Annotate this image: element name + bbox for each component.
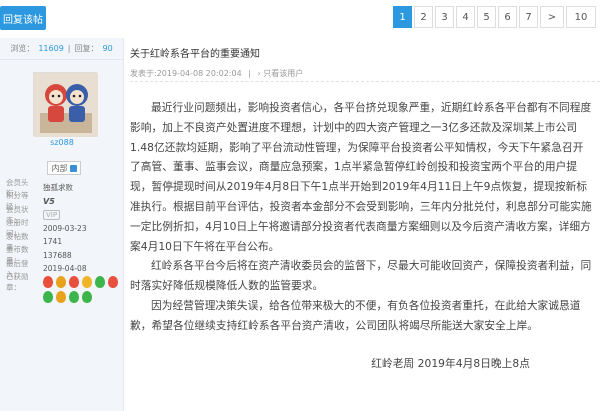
- reply-button[interactable]: 回复该帖: [0, 6, 46, 30]
- register-date: 2009-03-23: [43, 223, 87, 233]
- page-5[interactable]: 5: [477, 6, 496, 28]
- post-paragraph: 红岭系各平台今后将在资产清收委员会的监督下，尽最大可能收回资产，保障投资者利益，…: [130, 259, 592, 293]
- post-signature: 红岭老周 2019年4月8日晚上8点: [371, 356, 530, 370]
- replies-label: 回复：: [74, 44, 99, 53]
- vip-badge: VIP: [43, 209, 61, 220]
- last-page-button[interactable]: 10: [566, 6, 596, 28]
- page-2[interactable]: 2: [414, 6, 433, 28]
- medal-icon: [95, 276, 105, 289]
- member-info: 会员头衔： 独孤求败 积分等级： V5 会员状态： VIP 注册时间： 2009…: [6, 178, 122, 303]
- post-title: 关于红岭系各平台的重要通知: [130, 49, 260, 60]
- medal-row-2: [43, 291, 122, 303]
- medal-icon: [108, 276, 118, 289]
- stats-separator: |: [67, 44, 71, 53]
- post-content: 最近行业问题频出，影响投资者信心，各平台挤兑现象严重，近期红岭系各平台都有不同程…: [130, 98, 592, 373]
- inner-badge: 内部: [47, 161, 81, 175]
- medal-icon: [56, 276, 66, 289]
- page-1[interactable]: 1: [393, 6, 412, 28]
- next-page-button[interactable]: >: [540, 6, 564, 28]
- username[interactable]: sz088: [0, 138, 124, 147]
- meta-separator: |: [248, 69, 251, 78]
- thread-stats: 浏览： 11609 | 回复： 90: [0, 38, 123, 60]
- medal-icon: [69, 291, 79, 303]
- post-count: 1741: [43, 237, 63, 247]
- chevron-right-icon: ›: [257, 69, 261, 78]
- divider: [130, 81, 600, 82]
- post-paragraph: 因为经营管理决策失误，给各位带来极大的不便，有负各位投资者重托，在此给大家诚恳道…: [130, 298, 581, 332]
- avatar[interactable]: [33, 72, 98, 137]
- medal-icon: [43, 276, 53, 289]
- views-count: 11609: [38, 44, 64, 53]
- coin-count: 137688: [43, 250, 72, 260]
- last-login: 2019-04-08: [43, 264, 87, 274]
- post-meta: 发表于:2019-04-08 20:02:04 | › 只看该用户: [130, 68, 303, 79]
- info-row-medals: 已获勋章：: [6, 272, 122, 292]
- person-icon: [69, 164, 77, 172]
- page-6[interactable]: 6: [498, 6, 517, 28]
- pagination: 1 2 3 4 5 6 7 > 10: [393, 6, 596, 28]
- post-timestamp: 发表于:2019-04-08 20:02:04: [130, 69, 242, 78]
- medal-icon: [43, 291, 53, 303]
- member-title: 独孤求败: [43, 183, 73, 193]
- replies-count: 90: [102, 44, 113, 53]
- level-badge: V5: [43, 196, 55, 206]
- medal-icon: [69, 276, 79, 289]
- author-sidebar: 浏览： 11609 | 回复： 90 sz088 内部 会员头衔： 独孤求败 积…: [0, 38, 124, 411]
- page-3[interactable]: 3: [435, 6, 454, 28]
- medal-icon: [82, 291, 92, 303]
- post-main: 关于红岭系各平台的重要通知 发表于:2019-04-08 20:02:04 | …: [130, 38, 600, 411]
- post-paragraph: 最近行业问题频出，影响投资者信心，各平台挤兑现象严重，近期红岭系各平台都有不同程…: [130, 101, 592, 253]
- top-toolbar: 回复该帖 1 2 3 4 5 6 7 > 10: [0, 0, 600, 36]
- medal-icon: [56, 291, 66, 303]
- info-key: 已获勋章：: [6, 272, 29, 293]
- page-4[interactable]: 4: [456, 6, 475, 28]
- medal-icon: [82, 276, 92, 289]
- views-label: 浏览：: [10, 44, 35, 53]
- only-author-link[interactable]: 只看该用户: [263, 69, 303, 78]
- inner-badge-label: 内部: [51, 163, 68, 173]
- page-7[interactable]: 7: [519, 6, 538, 28]
